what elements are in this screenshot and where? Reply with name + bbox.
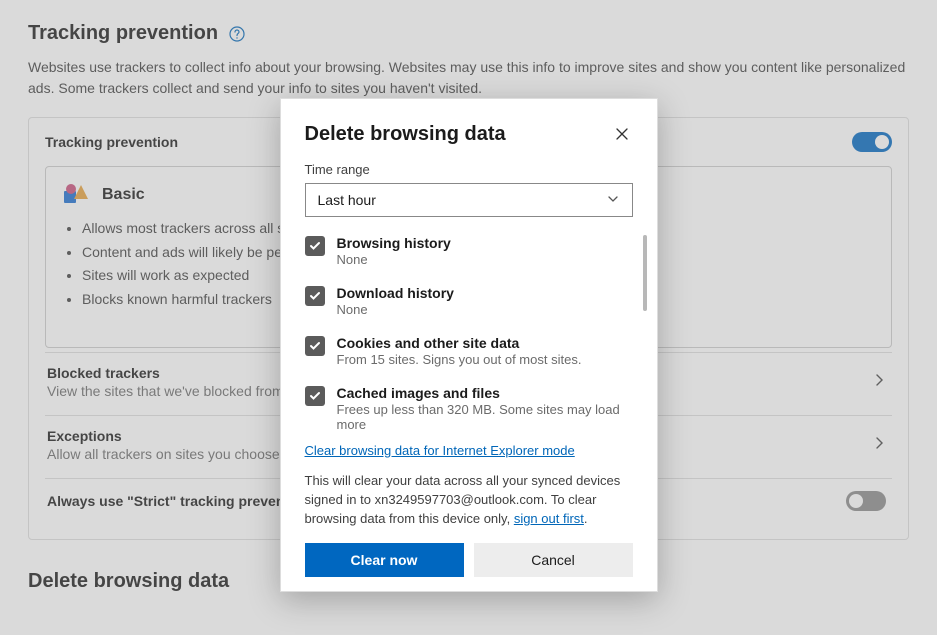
sync-note: This will clear your data across all you… (305, 472, 633, 529)
check-sub: Frees up less than 320 MB. Some sites ma… (337, 402, 633, 432)
check-label: Browsing history (337, 235, 451, 251)
scrollbar-thumb[interactable] (643, 235, 647, 311)
checkbox-checked-icon[interactable] (305, 336, 325, 356)
settings-page: Tracking prevention Websites use tracker… (0, 0, 937, 635)
check-download-history[interactable]: Download history None (305, 285, 633, 317)
sign-out-link[interactable]: sign out first (514, 511, 584, 526)
checkbox-checked-icon[interactable] (305, 286, 325, 306)
close-button[interactable] (611, 123, 633, 148)
check-sub: From 15 sites. Signs you out of most sit… (337, 352, 582, 367)
check-cookies[interactable]: Cookies and other site data From 15 site… (305, 335, 633, 367)
check-label: Download history (337, 285, 454, 301)
time-range-label: Time range (305, 162, 633, 177)
delete-browsing-data-dialog: Delete browsing data Time range Last hou… (280, 98, 658, 592)
dialog-title: Delete browsing data (305, 123, 506, 146)
check-cached[interactable]: Cached images and files Frees up less th… (305, 385, 633, 432)
time-range-select[interactable]: Last hour (305, 183, 633, 217)
checkbox-checked-icon[interactable] (305, 386, 325, 406)
check-sub: None (337, 252, 451, 267)
data-type-list: Browsing history None Download history N… (305, 235, 633, 432)
cancel-button[interactable]: Cancel (474, 543, 633, 577)
close-icon (615, 127, 629, 141)
check-sub: None (337, 302, 454, 317)
check-label: Cached images and files (337, 385, 633, 401)
clear-now-button[interactable]: Clear now (305, 543, 464, 577)
time-range-value: Last hour (318, 192, 376, 208)
check-label: Cookies and other site data (337, 335, 582, 351)
chevron-down-icon (606, 192, 620, 209)
checkbox-checked-icon[interactable] (305, 236, 325, 256)
check-browsing-history[interactable]: Browsing history None (305, 235, 633, 267)
ie-mode-link[interactable]: Clear browsing data for Internet Explore… (305, 443, 575, 458)
